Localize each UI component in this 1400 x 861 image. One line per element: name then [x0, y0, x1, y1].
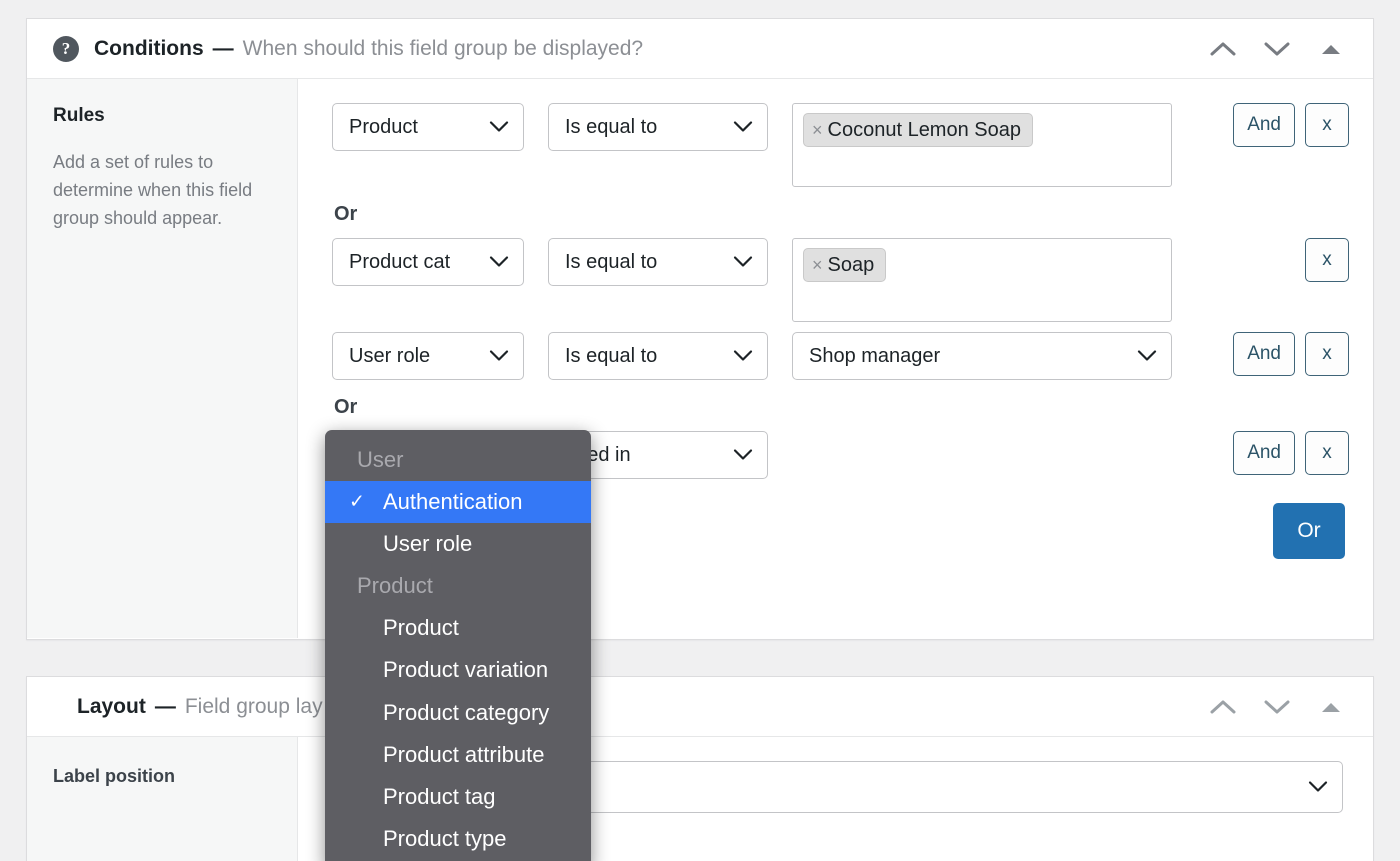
conditions-panel-header: ? Conditions — When should this field gr…	[27, 19, 1373, 79]
conditions-header-actions	[1203, 29, 1351, 69]
rule-field-select[interactable]: User role	[332, 332, 524, 380]
rule-value-tagbox[interactable]: × Coconut Lemon Soap	[792, 103, 1172, 187]
layout-title-dash: —	[154, 694, 176, 718]
conditions-panel-body: Rules Add a set of rules to determine wh…	[27, 79, 1373, 638]
page-root: ? Conditions — When should this field gr…	[0, 0, 1400, 861]
layout-sidebar: Label position	[27, 737, 298, 861]
dropdown-item[interactable]: Product type	[325, 818, 591, 860]
dropdown-item[interactable]: Product category	[325, 692, 591, 734]
add-or-button[interactable]: Or	[1273, 503, 1345, 559]
remove-rule-button[interactable]: x	[1305, 431, 1349, 475]
rules-sidebar-title: Rules	[53, 105, 105, 126]
rule-field-value: User role	[349, 344, 431, 367]
remove-rule-button[interactable]: x	[1305, 332, 1349, 376]
label-position-label: Label position	[53, 766, 176, 786]
triangle-up-icon[interactable]	[1311, 29, 1351, 69]
remove-tag-icon[interactable]: ×	[812, 121, 823, 139]
dropdown-item[interactable]: Product variation	[325, 649, 591, 691]
remove-rule-button[interactable]: x	[1305, 103, 1349, 147]
rule-row-actions: And x	[1233, 103, 1349, 147]
chevron-down-icon	[489, 116, 509, 139]
layout-panel-body: Label position	[27, 737, 1373, 861]
rule-operator-value: Is equal to	[565, 250, 658, 273]
dropdown-item-label: Product category	[383, 699, 550, 725]
or-separator: Or	[334, 396, 358, 418]
layout-panel: Layout — Field group lay Label position	[26, 676, 1374, 861]
chevron-up-icon[interactable]	[1203, 687, 1243, 727]
dropdown-item-label: Authentication	[383, 489, 523, 515]
dropdown-group-header: Product	[357, 573, 433, 599]
chevron-down-icon	[733, 345, 753, 368]
or-separator: Or	[334, 203, 358, 225]
triangle-up-icon[interactable]	[1311, 687, 1351, 727]
rule-value-select[interactable]: Shop manager	[792, 332, 1172, 380]
chevron-down-icon	[1137, 345, 1157, 368]
dropdown-item-label: Product	[383, 615, 459, 641]
layout-title: Layout	[77, 694, 146, 718]
dropdown-item-label: Product tag	[383, 783, 496, 809]
dropdown-item[interactable]: Product tag	[325, 776, 591, 818]
value-tag-label: Coconut Lemon Soap	[827, 118, 1021, 141]
dropdown-item[interactable]: Product attribute	[325, 734, 591, 776]
chevron-down-icon	[489, 251, 509, 274]
chevron-down-icon	[733, 444, 753, 467]
rule-operator-select[interactable]: Is equal to	[548, 103, 768, 151]
rule-operator-select[interactable]: Is equal to	[548, 332, 768, 380]
layout-panel-header: Layout — Field group lay	[27, 677, 1373, 737]
rule-row-actions: x	[1251, 238, 1349, 282]
dropdown-item[interactable]: User role	[325, 523, 591, 565]
rule-field-value: Product	[349, 115, 418, 138]
rules-sidebar: Rules Add a set of rules to determine wh…	[27, 79, 298, 638]
rule-operator-value: Is equal to	[565, 115, 658, 138]
rule-operator-value: Is equal to	[565, 344, 658, 367]
and-button-placeholder	[1251, 238, 1295, 282]
dropdown-item[interactable]: Product	[325, 607, 591, 649]
rule-row-actions: And x	[1233, 431, 1349, 475]
remove-tag-icon[interactable]: ×	[812, 256, 823, 274]
dropdown-item-label: Product attribute	[383, 741, 545, 767]
value-tag[interactable]: × Soap	[803, 248, 887, 282]
dropdown-item-label: Product type	[383, 825, 507, 851]
field-type-dropdown[interactable]: User ✓ Authentication User role Product Produ…	[325, 430, 591, 861]
rule-value-tagbox[interactable]: × Soap	[792, 238, 1172, 322]
chevron-down-icon[interactable]	[1257, 687, 1297, 727]
chevron-down-icon	[733, 251, 753, 274]
rule-row: User role Is equal to Shop manager And x	[332, 332, 1349, 380]
rules-sidebar-description: Add a set of rules to determine when thi…	[53, 152, 253, 228]
value-tag-label: Soap	[827, 253, 875, 276]
value-tag[interactable]: × Coconut Lemon Soap	[803, 113, 1033, 147]
question-mark-circle-icon[interactable]: ?	[53, 35, 79, 62]
panel-subtitle: When should this field group be displaye…	[242, 36, 644, 60]
rule-value-text: Shop manager	[809, 344, 941, 367]
chevron-down-icon	[733, 116, 753, 139]
rule-row: Product cat Is equal to × Soap x	[332, 238, 1349, 322]
layout-header-actions	[1203, 687, 1351, 727]
rule-operator-select[interactable]: Is equal to	[548, 238, 768, 286]
dropdown-item-label: User role	[383, 531, 473, 557]
page-title: Conditions	[94, 36, 204, 60]
add-and-button[interactable]: And	[1233, 431, 1295, 475]
chevron-down-icon[interactable]	[1257, 29, 1297, 69]
title-dash: —	[212, 36, 234, 60]
rule-field-select[interactable]: Product	[332, 103, 524, 151]
rule-field-value: Product cat	[349, 250, 451, 273]
dropdown-item-label: Product variation	[383, 657, 549, 683]
dropdown-item[interactable]: ✓ Authentication	[325, 481, 591, 524]
add-and-button[interactable]: And	[1233, 332, 1295, 376]
chevron-down-icon	[489, 345, 509, 368]
rule-row: Product Is equal to × Coconut Lemon Soap…	[332, 103, 1349, 187]
layout-subtitle: Field group lay	[184, 694, 323, 718]
rule-field-select[interactable]: Product cat	[332, 238, 524, 286]
chevron-up-icon[interactable]	[1203, 29, 1243, 69]
dropdown-group-header: User	[357, 447, 404, 472]
chevron-down-icon	[1308, 776, 1328, 799]
remove-rule-button[interactable]: x	[1305, 238, 1349, 282]
conditions-panel: ? Conditions — When should this field gr…	[26, 18, 1374, 640]
add-and-button[interactable]: And	[1233, 103, 1295, 147]
check-icon: ✓	[349, 491, 365, 513]
rule-row-actions: And x	[1233, 332, 1349, 376]
